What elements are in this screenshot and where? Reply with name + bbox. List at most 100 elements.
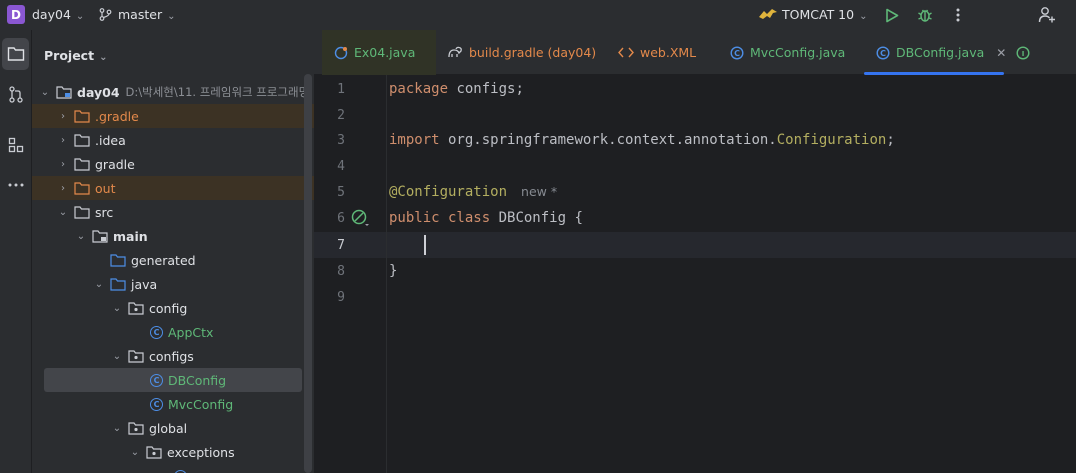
- tree-item-configs[interactable]: ⌄ configs: [32, 344, 314, 368]
- tree-item-config[interactable]: ⌄ config: [32, 296, 314, 320]
- folder-icon: [74, 133, 90, 147]
- commit-tool-button[interactable]: [0, 78, 32, 110]
- tree-item-label: day04: [77, 84, 120, 100]
- line-number: 1: [337, 81, 345, 97]
- tab-web-xml[interactable]: web.XML: [618, 30, 696, 75]
- chevron-down-icon[interactable]: ⌄: [56, 207, 70, 218]
- excluded-folder-icon: [74, 181, 90, 195]
- source-folder-icon: [110, 277, 126, 291]
- debug-button[interactable]: [914, 4, 936, 26]
- more-actions-button[interactable]: [949, 4, 967, 26]
- tree-item-label: generated: [131, 252, 196, 268]
- code-line: 8 }: [314, 258, 1076, 284]
- tree-item-label: src: [95, 204, 114, 220]
- tab-mvcconfig[interactable]: C MvcConfig.java: [730, 30, 845, 75]
- chevron-down-icon[interactable]: ⌄: [110, 423, 124, 434]
- tree-item-java[interactable]: ⌄ java: [32, 272, 314, 296]
- project-tool-button[interactable]: [2, 38, 29, 70]
- chevron-right-icon[interactable]: ›: [56, 135, 70, 146]
- tree-item-label: config: [149, 300, 188, 316]
- xml-file-icon: [618, 46, 634, 59]
- tree-item-label: .idea: [95, 132, 126, 148]
- more-vertical-icon: [956, 8, 960, 22]
- tree-item-root[interactable]: ⌄ day04 D:\박세현\11. 프레임워크 프로그래밍: [32, 80, 314, 104]
- line-number: 6: [337, 210, 345, 226]
- close-icon[interactable]: ✕: [996, 46, 1006, 60]
- tree-item-appctx[interactable]: C AppCtx: [32, 320, 314, 344]
- structure-icon: [8, 137, 24, 153]
- structure-tool-button[interactable]: [0, 129, 32, 161]
- tree-item-partial[interactable]: C: [32, 464, 314, 473]
- line-number: 5: [337, 184, 345, 200]
- project-name: day04: [32, 7, 71, 22]
- code-text: ;: [886, 132, 895, 148]
- branch-switcher[interactable]: master ⌄: [99, 7, 175, 22]
- tree-item-label: out: [95, 180, 116, 196]
- project-tool-window: Project ⌄ ⌄ day04 D:\박세현\11. 프레임워크 프로그래밍 …: [32, 30, 314, 473]
- chevron-right-icon[interactable]: ›: [56, 111, 70, 122]
- run-config-selector[interactable]: TOMCAT 10 ⌄: [758, 7, 867, 22]
- add-user-icon: [1038, 7, 1055, 23]
- line-number: 2: [337, 107, 345, 123]
- project-scrollbar[interactable]: [304, 74, 312, 473]
- tab-build-gradle[interactable]: build.gradle (day04): [447, 30, 596, 75]
- chevron-right-icon[interactable]: ›: [56, 159, 70, 170]
- module-folder-icon: [92, 229, 108, 243]
- line-number: 4: [337, 158, 345, 174]
- chevron-right-icon[interactable]: ›: [56, 183, 70, 194]
- chevron-down-icon: ⌄: [167, 11, 176, 22]
- keyword: import: [389, 132, 440, 148]
- project-icon: [7, 47, 24, 61]
- code-with-me-button[interactable]: [1036, 4, 1058, 26]
- chevron-down-icon[interactable]: ⌄: [128, 447, 142, 458]
- project-switcher[interactable]: day04 ⌄: [32, 7, 84, 22]
- annotation: @Configuration: [389, 184, 508, 200]
- more-tools-button[interactable]: [0, 169, 32, 201]
- branch-icon: [99, 8, 112, 21]
- tree-item-src[interactable]: ⌄ src: [32, 200, 314, 224]
- tab-ex04[interactable]: Ex04.java: [322, 30, 436, 75]
- excluded-folder-icon: [74, 109, 90, 123]
- tree-item-exceptions[interactable]: ⌄ exceptions: [32, 440, 314, 464]
- tab-label: web.XML: [640, 45, 697, 60]
- run-icon: [886, 8, 899, 22]
- tree-item-label: main: [113, 228, 148, 244]
- chevron-down-icon[interactable]: ⌄: [110, 303, 124, 314]
- keyword: public class: [389, 210, 491, 226]
- tree-item-gradle[interactable]: › gradle: [32, 152, 314, 176]
- chevron-down-icon[interactable]: ⌄: [92, 279, 106, 290]
- line-number: 3: [337, 132, 345, 148]
- tree-item-dbconfig[interactable]: C DBConfig: [44, 368, 302, 392]
- chevron-down-icon[interactable]: ⌄: [38, 87, 52, 98]
- chevron-down-icon[interactable]: ⌄: [74, 231, 88, 242]
- run-button[interactable]: [881, 4, 903, 26]
- spring-bean-gutter-icon[interactable]: [350, 209, 370, 231]
- chevron-down-icon[interactable]: ⌄: [110, 351, 124, 362]
- author-hint[interactable]: new *: [521, 184, 557, 199]
- tree-item-idea[interactable]: › .idea: [32, 128, 314, 152]
- project-view-selector[interactable]: Project ⌄: [44, 48, 107, 63]
- tab-dbconfig[interactable]: C DBConfig.java ✕: [864, 30, 1006, 75]
- package-icon: [128, 421, 144, 435]
- svg-text:I: I: [1022, 50, 1025, 58]
- root-path: D:\박세현\11. 프레임워크 프로그래밍: [125, 85, 310, 99]
- tree-item-gradle-cache[interactable]: › .gradle: [32, 104, 314, 128]
- code-editor[interactable]: 1 package configs; 2 3 import org.spring…: [314, 75, 1076, 473]
- code-line: 4: [314, 153, 1076, 179]
- package-icon: [128, 301, 144, 315]
- branch-name: master: [118, 7, 163, 22]
- project-badge[interactable]: D: [7, 5, 25, 24]
- tree-item-global[interactable]: ⌄ global: [32, 416, 314, 440]
- tree-item-main[interactable]: ⌄ main: [32, 224, 314, 248]
- keyword: package: [389, 81, 449, 97]
- tree-item-generated[interactable]: generated: [32, 248, 314, 272]
- tree-item-out[interactable]: › out: [32, 176, 314, 200]
- gradle-icon: [447, 46, 463, 59]
- tree-item-mvcconfig[interactable]: C MvcConfig: [32, 392, 314, 416]
- title-bar: D day04 ⌄ master ⌄ TOMCAT 10 ⌄: [0, 0, 1076, 30]
- line-number: 7: [337, 237, 345, 253]
- tree-item-label: AppCtx: [168, 324, 214, 340]
- code-line: 6 public class DBConfig {: [314, 205, 1076, 231]
- package-icon: [128, 349, 144, 363]
- tab-overflow[interactable]: I: [1016, 30, 1036, 75]
